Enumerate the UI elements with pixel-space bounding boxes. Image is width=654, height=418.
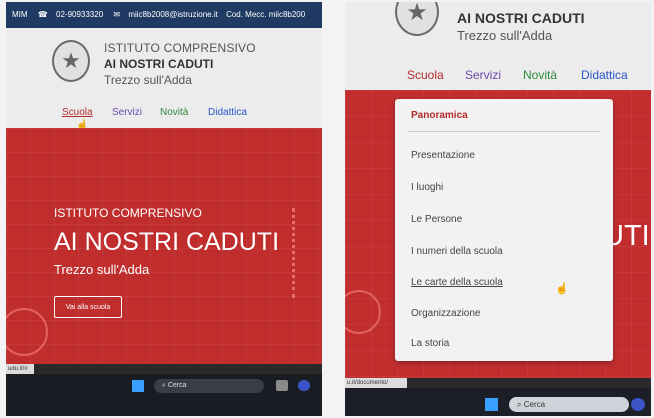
site-header: AI NOSTRI CADUTI Trezzo sull'Adda Scuola… xyxy=(345,2,651,90)
topbar-email[interactable]: miic8b2008@istruzione.it xyxy=(128,10,218,19)
nav-novita[interactable]: Novità xyxy=(523,68,557,82)
taskbar-search[interactable]: ⌕ Cerca xyxy=(509,397,629,412)
mail-icon: ✉ xyxy=(113,10,121,19)
windows-start-icon[interactable] xyxy=(485,398,498,411)
menu-item-le-persone[interactable]: Le Persone xyxy=(411,214,462,225)
phone-icon: ☎ xyxy=(37,10,48,19)
atom-decoration-icon xyxy=(345,290,381,334)
app-icon[interactable] xyxy=(298,380,310,391)
taskbar-search-label: Cerca xyxy=(523,400,546,409)
taskbar: ⌕ Cerca xyxy=(345,388,651,416)
nav-novita[interactable]: Novità xyxy=(160,107,188,118)
school-emblem-logo[interactable] xyxy=(52,40,90,82)
atom-decoration-icon xyxy=(6,308,48,356)
menu-item-le-carte[interactable]: Le carte della scuola xyxy=(411,277,503,288)
nav-scuola[interactable]: Scuola xyxy=(62,107,93,118)
hero-banner: ISTITUTO COMPRENSIVO AI NOSTRI CADUTI Tr… xyxy=(6,128,322,364)
nav-didattica[interactable]: Didattica xyxy=(581,68,628,82)
dropdown-heading[interactable]: Panoramica xyxy=(411,110,468,121)
hand-cursor-icon: ☝ xyxy=(555,283,569,295)
top-contact-bar: MIM ☎ 02-90933320 ✉ miic8b2008@istruzion… xyxy=(6,2,322,28)
topbar-code: Cod. Mecc. miic8b200 xyxy=(226,10,306,19)
taskbar-search-label: Cerca xyxy=(167,382,187,389)
left-screenshot: MIM ☎ 02-90933320 ✉ miic8b2008@istruzion… xyxy=(6,2,322,416)
menu-item-la-storia[interactable]: La storia xyxy=(411,338,449,349)
topbar-phone[interactable]: 02-90933320 xyxy=(56,10,103,19)
header-line2[interactable]: AI NOSTRI CADUTI xyxy=(104,57,213,71)
scuola-dropdown-menu: Panoramica Presentazione I luoghi Le Per… xyxy=(395,99,613,361)
windows-start-icon[interactable] xyxy=(132,380,144,392)
topbar-label: MIM xyxy=(12,10,28,19)
dropdown-divider xyxy=(407,131,601,132)
hero-title: AI NOSTRI CADUTI xyxy=(54,228,280,256)
right-screenshot: AI NOSTRI CADUTI Trezzo sull'Adda Scuola… xyxy=(345,2,651,416)
menu-item-i-luoghi[interactable]: I luoghi xyxy=(411,182,443,193)
header-line1: ISTITUTO COMPRENSIVO xyxy=(104,41,256,55)
go-to-school-button[interactable]: Vai alla scuola xyxy=(54,296,122,318)
taskbar-search[interactable]: ⌕ Cerca xyxy=(154,379,264,393)
header-line3: Trezzo sull'Adda xyxy=(457,28,553,43)
hero-subtitle: Trezzo sull'Adda xyxy=(54,262,150,277)
header-line3: Trezzo sull'Adda xyxy=(104,73,192,87)
menu-item-i-numeri[interactable]: I numeri della scuola xyxy=(411,246,503,257)
decorative-lines xyxy=(292,208,322,298)
search-icon: ⌕ xyxy=(517,400,522,409)
nav-servizi[interactable]: Servizi xyxy=(465,68,501,82)
site-header: ISTITUTO COMPRENSIVO AI NOSTRI CADUTI Tr… xyxy=(6,28,322,102)
nav-servizi[interactable]: Servizi xyxy=(112,107,142,118)
file-explorer-icon[interactable] xyxy=(276,380,288,391)
status-url: u.it/documento/ xyxy=(345,378,407,388)
status-url: udu.it/# xyxy=(6,364,34,374)
taskbar: ⌕ Cerca xyxy=(6,374,322,416)
school-emblem-logo[interactable] xyxy=(395,2,439,36)
nav-scuola[interactable]: Scuola xyxy=(407,68,444,82)
header-line2[interactable]: AI NOSTRI CADUTI xyxy=(457,10,585,26)
bing-icon[interactable] xyxy=(631,398,645,411)
main-nav: Scuola Servizi Novità Didattica ☝ xyxy=(6,102,322,131)
menu-item-organizzazione[interactable]: Organizzazione xyxy=(411,308,480,319)
menu-item-presentazione[interactable]: Presentazione xyxy=(411,150,475,161)
nav-didattica[interactable]: Didattica xyxy=(208,107,247,118)
search-icon: ⌕ xyxy=(162,382,166,389)
hero-kicker: ISTITUTO COMPRENSIVO xyxy=(54,206,202,220)
